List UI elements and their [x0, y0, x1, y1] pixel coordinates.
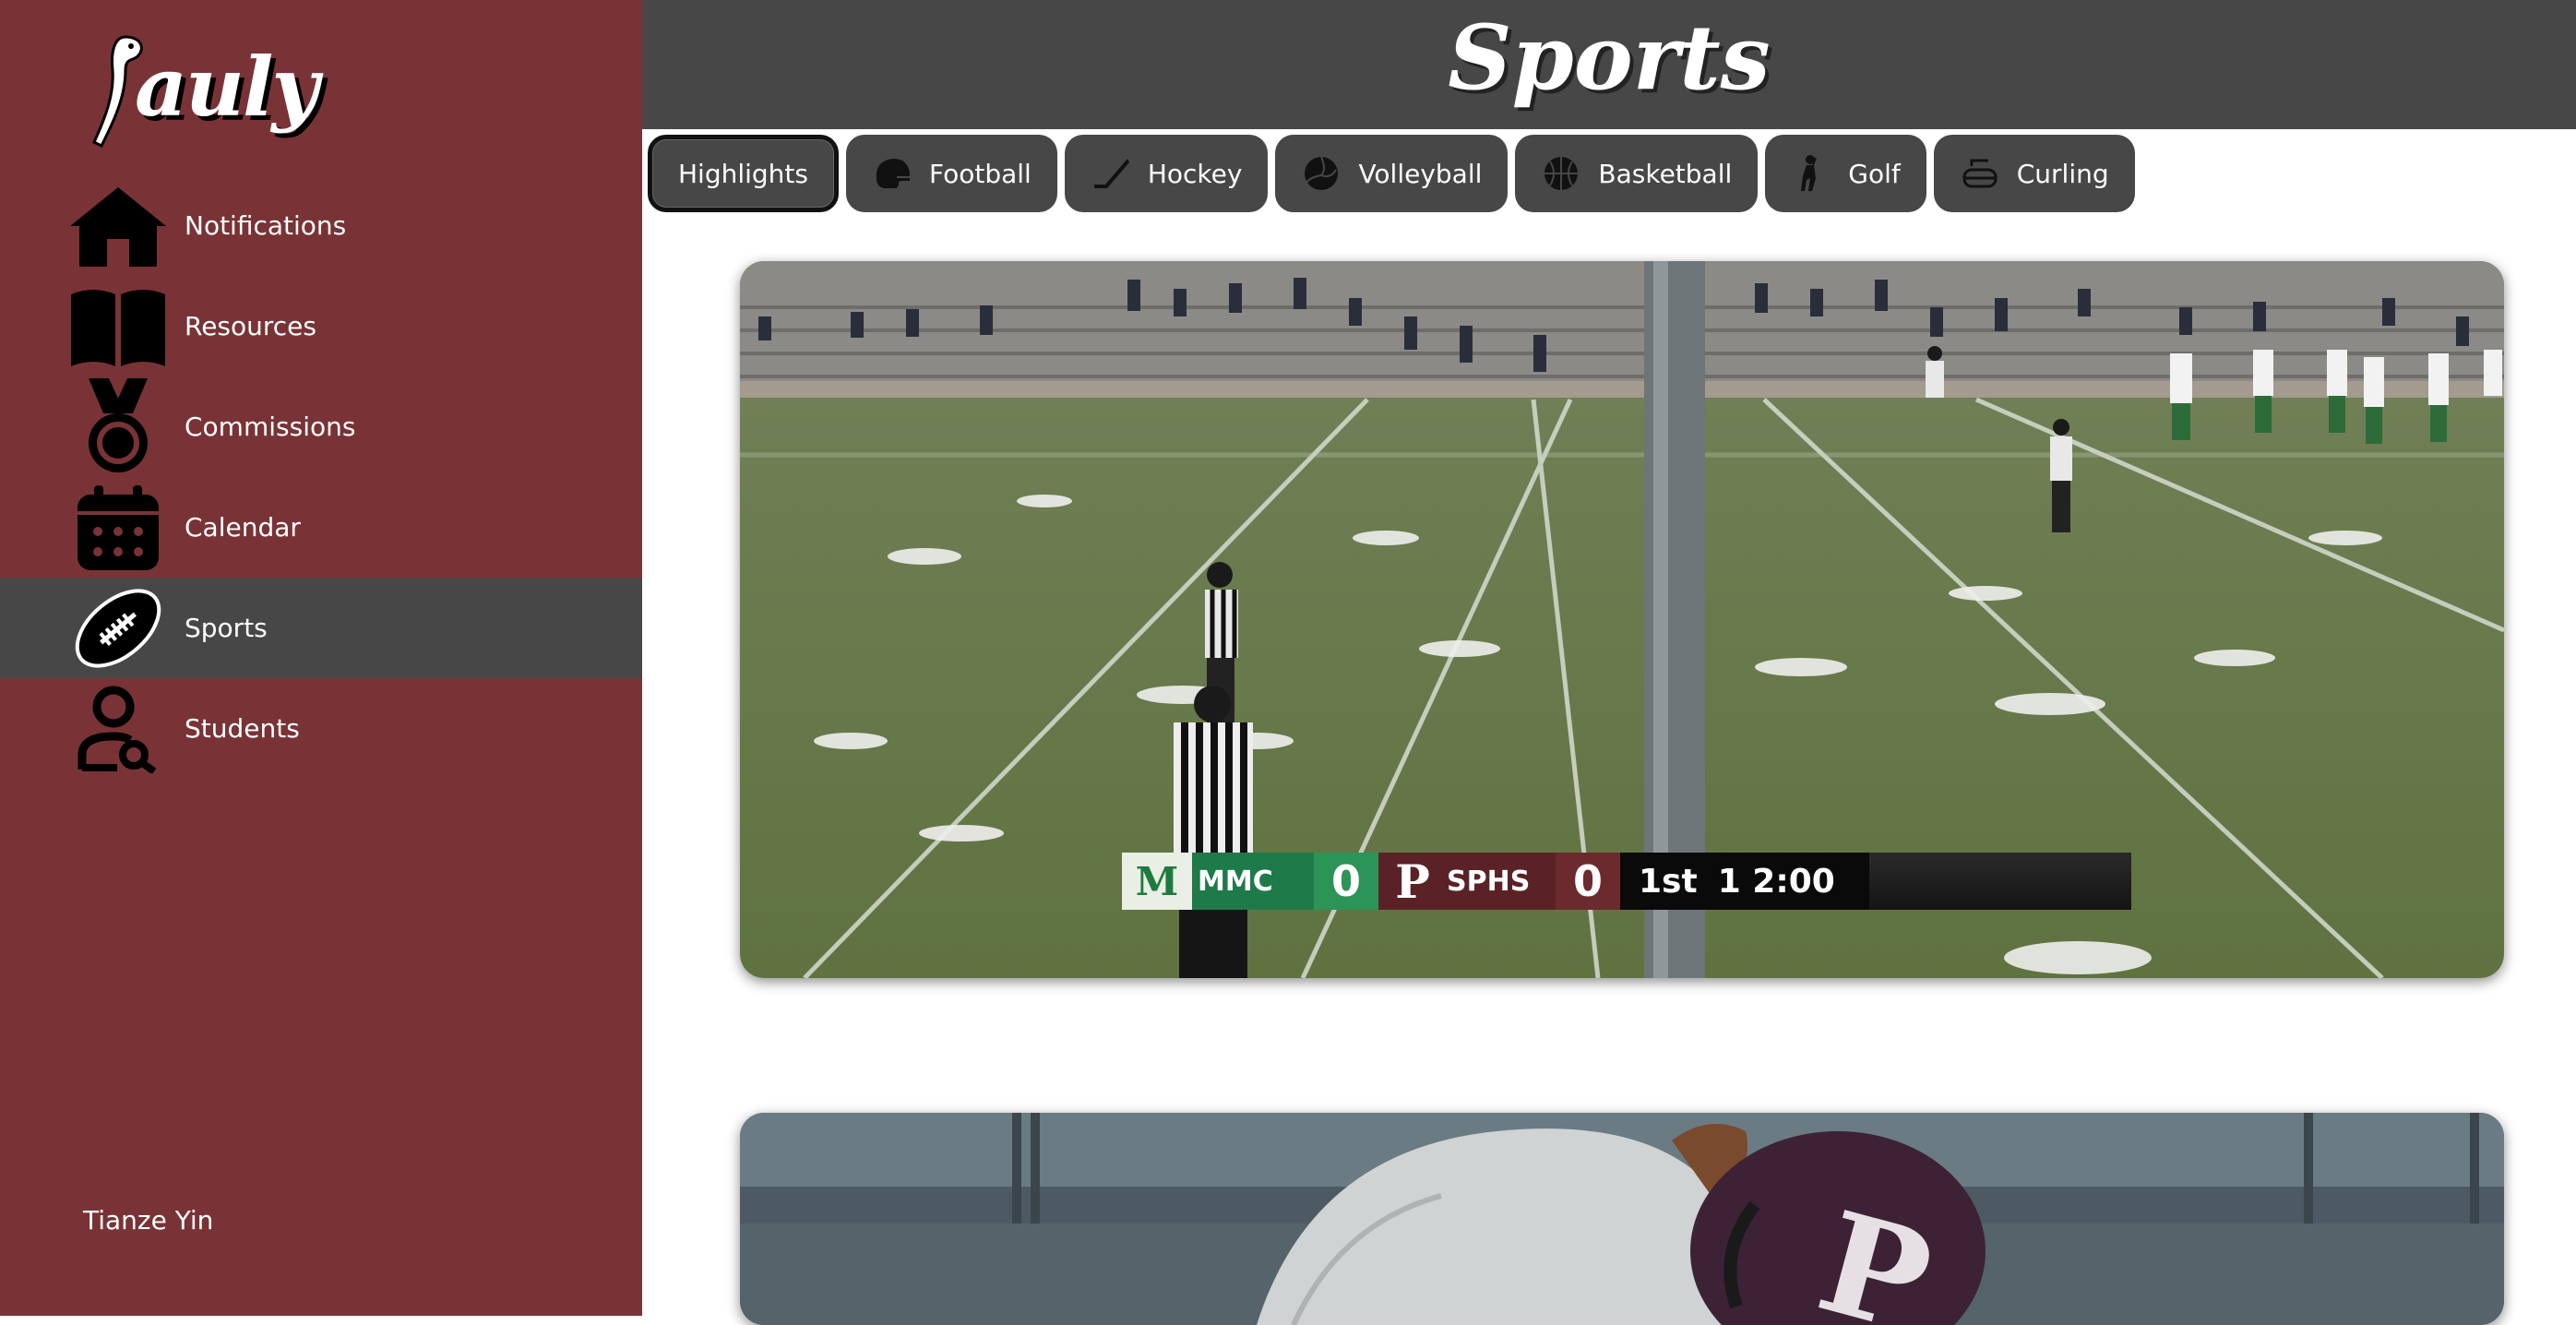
app-logo[interactable]: auly: [89, 33, 319, 153]
team1-score: 0: [1314, 853, 1378, 910]
tab-label: Golf: [1848, 158, 1901, 189]
team1-logo-icon: M: [1122, 853, 1192, 910]
game-quarter: 1st: [1639, 862, 1698, 901]
tab-curling[interactable]: Curling: [1933, 135, 2135, 212]
book-icon: [66, 283, 170, 370]
sidebar-item-students[interactable]: Students: [0, 678, 642, 779]
page-title: Sports: [1448, 6, 1771, 110]
tab-golf[interactable]: Golf: [1765, 135, 1926, 212]
sidebar-item-label: Students: [185, 713, 300, 744]
calendar-icon: [66, 484, 170, 571]
sidebar-item-label: Resources: [185, 311, 316, 341]
sidebar: auly Notifications Resources Commissions…: [0, 0, 642, 1316]
tab-volleyball[interactable]: Volleyball: [1275, 135, 1509, 212]
hockey-stick-icon: [1091, 153, 1131, 194]
tab-label: Hockey: [1147, 158, 1243, 189]
tab-label: Volleyball: [1358, 158, 1483, 189]
tab-label: Curling: [2016, 158, 2109, 189]
tab-label: Basketball: [1598, 158, 1733, 189]
basketball-icon: [1541, 153, 1581, 194]
highlight-video-2[interactable]: P: [740, 1113, 2504, 1325]
tab-hockey[interactable]: Hockey: [1064, 135, 1269, 212]
scorebug-extension: [1869, 853, 2131, 910]
golfer-icon: [1791, 153, 1831, 194]
tab-label: Football: [929, 158, 1032, 189]
sidebar-item-label: Calendar: [185, 512, 301, 543]
logo-text: auly: [135, 39, 319, 135]
tab-football[interactable]: Football: [846, 135, 1057, 212]
game-clock: 1 2:00: [1717, 862, 1835, 901]
current-user-name[interactable]: Tianze Yin: [83, 1205, 213, 1235]
highlight-video-1[interactable]: M MMC 0 P SPHS 0 1st 1 2:00: [740, 261, 2504, 978]
football-player-video-frame: P: [740, 1113, 2504, 1325]
team1-name: MMC: [1192, 853, 1314, 910]
sidebar-item-label: Commissions: [185, 412, 356, 442]
sidebar-item-resources[interactable]: Resources: [0, 276, 642, 376]
football-icon: [66, 585, 170, 672]
curling-stone-icon: [1960, 153, 2000, 194]
sidebar-nav: Notifications Resources Commissions Cale…: [0, 175, 642, 779]
tab-label: Highlights: [678, 158, 808, 189]
tab-basketball[interactable]: Basketball: [1515, 135, 1759, 212]
game-scorebug: M MMC 0 P SPHS 0 1st 1 2:00: [1122, 853, 2131, 910]
team2-logo: P: [1378, 853, 1447, 910]
sidebar-item-label: Sports: [185, 613, 268, 643]
sidebar-item-label: Notifications: [185, 210, 347, 241]
tab-highlights[interactable]: Highlights: [648, 135, 839, 212]
team2-score: 0: [1556, 853, 1620, 910]
page-header: Sports: [642, 0, 2576, 129]
sidebar-item-calendar[interactable]: Calendar: [0, 477, 642, 578]
volleyball-icon: [1301, 153, 1342, 194]
sidebar-item-sports[interactable]: Sports: [0, 578, 642, 678]
sidebar-item-notifications[interactable]: Notifications: [0, 175, 642, 276]
game-clock-panel: 1st 1 2:00: [1620, 853, 1869, 910]
home-icon: [66, 183, 170, 269]
medal-icon: [66, 378, 170, 472]
sport-tabs: Highlights Football Hockey Volleyball Ba…: [648, 135, 2135, 212]
user-search-icon: [66, 686, 170, 773]
team2-name: SPHS: [1447, 853, 1556, 910]
sidebar-item-commissions[interactable]: Commissions: [0, 376, 642, 477]
football-helmet-icon: [872, 153, 912, 194]
